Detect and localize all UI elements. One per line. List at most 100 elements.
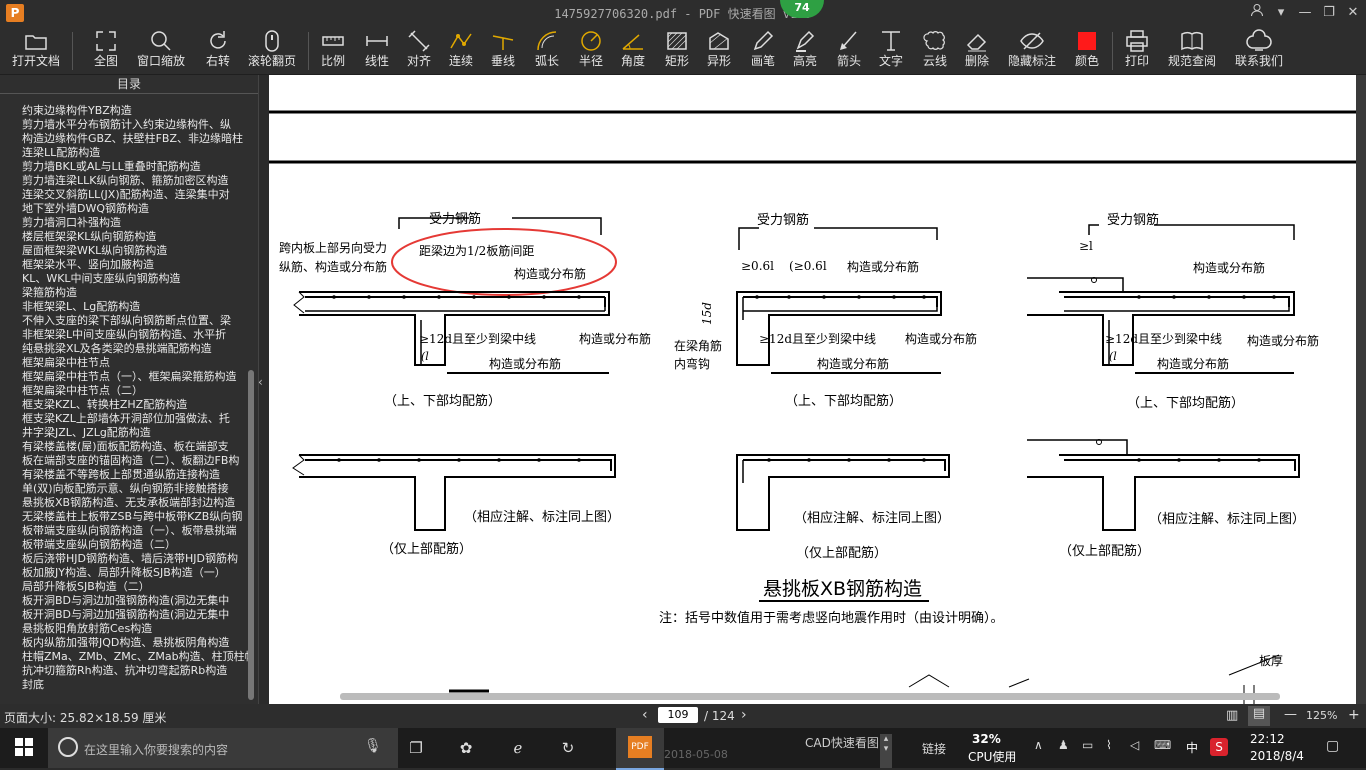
pinwheel-app-icon[interactable]: ✿ bbox=[456, 738, 476, 758]
toc-item[interactable]: 构造边缘构件GBZ、扶壁柱FBZ、非边缘暗柱 bbox=[22, 130, 250, 144]
delete-button[interactable]: 删除 bbox=[960, 28, 994, 72]
linear-button[interactable]: 线性 bbox=[360, 28, 394, 72]
polygon-button[interactable]: 异形 bbox=[702, 28, 736, 72]
perpendicular-button[interactable]: 垂线 bbox=[486, 28, 520, 72]
toc-item[interactable]: 板带端支座纵向钢筋构造（一）、板带悬挑端 bbox=[22, 522, 250, 536]
task-view-icon[interactable]: ❐ bbox=[406, 738, 426, 758]
spec-lookup-button[interactable]: 规范查阅 bbox=[1166, 28, 1218, 72]
dropdown-icon[interactable]: ▾ bbox=[1270, 3, 1292, 23]
zoom-in-button[interactable]: + bbox=[1348, 707, 1360, 723]
volume-icon[interactable]: ◁ bbox=[1130, 738, 1139, 752]
color-button[interactable]: 颜色 bbox=[1070, 28, 1104, 72]
rectangle-button[interactable]: 矩形 bbox=[660, 28, 694, 72]
contact-us-button[interactable]: 联系我们 bbox=[1232, 28, 1286, 72]
toc-item[interactable]: 无梁楼盖柱上板带ZSB与跨中板带KZB纵向钢 bbox=[22, 508, 250, 522]
toc-item[interactable]: 局部升降板SJB构造（二） bbox=[22, 578, 250, 592]
toc-item[interactable]: 框架扁梁中柱节点（二） bbox=[22, 382, 250, 396]
toc-item[interactable]: 封底 bbox=[22, 676, 250, 690]
text-button[interactable]: 文字 bbox=[874, 28, 908, 72]
windows-start-icon[interactable] bbox=[14, 738, 34, 758]
zoom-out-button[interactable]: — bbox=[1284, 707, 1297, 722]
toc-item[interactable]: 框支梁KZL、转换柱ZHZ配筋构造 bbox=[22, 396, 250, 410]
print-button[interactable]: 打印 bbox=[1120, 28, 1154, 72]
window-zoom-button[interactable]: 窗口缩放 bbox=[134, 28, 188, 72]
toc-item[interactable]: 约束边缘构件YBZ构造 bbox=[22, 102, 250, 116]
toc-item[interactable]: 悬挑板阳角放射筋Ces构造 bbox=[22, 620, 250, 634]
horizontal-scrollbar[interactable] bbox=[340, 693, 1280, 700]
rotate-right-button[interactable]: 右转 bbox=[198, 28, 238, 72]
cloud-button[interactable]: 云线 bbox=[918, 28, 952, 72]
toc-item[interactable]: 有梁楼盖楼(屋)面板配筋构造、板在端部支 bbox=[22, 438, 250, 452]
minimize-button[interactable]: — bbox=[1294, 3, 1316, 23]
arrow-button[interactable]: 箭头 bbox=[832, 28, 866, 72]
continuous-button[interactable]: 连续 bbox=[444, 28, 478, 72]
page-number-input[interactable]: 109 bbox=[658, 707, 698, 723]
toc-item[interactable]: 连梁LL配筋构造 bbox=[22, 144, 250, 158]
wheel-page-button[interactable]: 滚轮翻页 bbox=[244, 28, 300, 72]
next-page-button[interactable]: › bbox=[741, 707, 747, 723]
sogou-ime-icon[interactable]: S bbox=[1210, 738, 1228, 756]
toc-item[interactable]: 板加腋JY构造、局部升降板SJB构造（一） bbox=[22, 564, 250, 578]
battery-icon[interactable]: ▭ bbox=[1082, 738, 1093, 752]
radius-button[interactable]: 半径 bbox=[574, 28, 608, 72]
toc-item[interactable]: 非框架梁L、Lg配筋构造 bbox=[22, 298, 250, 312]
ime-indicator[interactable]: 中 bbox=[1186, 739, 1198, 756]
toc-item[interactable]: 剪力墙水平分布钢筋计入约束边缘构件、纵 bbox=[22, 116, 250, 130]
toc-item[interactable]: 板在端部支座的锚固构造（二）、板翻边FB构 bbox=[22, 452, 250, 466]
toc-item[interactable]: 板后浇带HJD钢筋构造、墙后浇带HJD钢筋构 bbox=[22, 550, 250, 564]
toc-item[interactable]: 框架扁梁中柱节点 bbox=[22, 354, 250, 368]
highlight-button[interactable]: 高亮 bbox=[788, 28, 822, 72]
bg-scroll-arrows[interactable]: ▴ ▾ bbox=[880, 734, 892, 768]
toc-item[interactable]: 板内纵筋加强带JQD构造、悬挑板阴角构造 bbox=[22, 634, 250, 648]
toc-item[interactable]: 抗冲切箍筋Rh构造、抗冲切弯起筋Rb构造 bbox=[22, 662, 250, 676]
toc-item[interactable]: 悬挑板XB钢筋构造、无支承板端部封边构造 bbox=[22, 494, 250, 508]
pdf-viewer-taskbar-button[interactable]: PDF bbox=[616, 728, 664, 770]
user-icon[interactable] bbox=[1246, 3, 1268, 23]
angle-button[interactable]: 角度 bbox=[616, 28, 650, 72]
toc-item[interactable]: 不伸入支座的梁下部纵向钢筋断点位置、梁 bbox=[22, 312, 250, 326]
toc-item[interactable]: 板开洞BD与洞边加强钢筋构造(洞边无集中 bbox=[22, 606, 250, 620]
taskbar-search-box[interactable]: 在这里输入你要搜索的内容 🎙 bbox=[48, 728, 398, 768]
scale-button[interactable]: 比例 bbox=[316, 28, 350, 72]
continuous-view-icon[interactable]: ▤ bbox=[1248, 706, 1270, 726]
prev-page-button[interactable]: ‹ bbox=[642, 707, 648, 723]
swirl-app-icon[interactable]: ↻ bbox=[558, 738, 578, 758]
toc-item[interactable]: 屋面框架梁WKL纵向钢筋构造 bbox=[22, 242, 250, 256]
collapse-sidebar-icon[interactable]: ‹ bbox=[258, 375, 268, 399]
toc-item[interactable]: 柱帽ZMa、ZMb、ZMc、ZMab构造、柱顶柱帽 bbox=[22, 648, 250, 662]
toc-item[interactable]: 板开洞BD与洞边加强钢筋构造(洞边无集中 bbox=[22, 592, 250, 606]
hide-annotations-button[interactable]: 隐藏标注 bbox=[1004, 28, 1060, 72]
maximize-button[interactable]: ❐ bbox=[1318, 3, 1340, 23]
toc-item[interactable]: 井字梁JZL、JZLg配筋构造 bbox=[22, 424, 250, 438]
document-viewer[interactable]: 受力钢筋 跨内板上部另向受力 纵筋、构造或分布筋 距梁边为1/2板筋间距 构造或… bbox=[269, 75, 1366, 704]
toc-item[interactable]: 框支梁KZL上部墙体开洞部位加强做法、托 bbox=[22, 410, 250, 424]
fit-all-button[interactable]: 全图 bbox=[86, 28, 126, 72]
toc-item[interactable]: 有梁楼盖不等跨板上部贯通纵筋连接构造 bbox=[22, 466, 250, 480]
pen-button[interactable]: 画笔 bbox=[746, 28, 780, 72]
sidebar-scrollbar[interactable] bbox=[248, 370, 254, 700]
toc-item[interactable]: 剪力墙BKL或AL与LL重叠时配筋构造 bbox=[22, 158, 250, 172]
toc-item[interactable]: 非框架梁L中间支座纵向钢筋构造、水平折 bbox=[22, 326, 250, 340]
microphone-icon[interactable]: 🎙 bbox=[364, 738, 382, 754]
network-icon[interactable]: ⌇ bbox=[1106, 738, 1112, 752]
show-hidden-icons[interactable]: ∧ bbox=[1034, 738, 1043, 752]
toc-item[interactable]: 地下室外墙DWQ钢筋构造 bbox=[22, 200, 250, 214]
toc-item[interactable]: 剪力墙洞口补强构造 bbox=[22, 214, 250, 228]
aligned-button[interactable]: 对齐 bbox=[402, 28, 436, 72]
toc-item[interactable]: 楼层框架梁KL纵向钢筋构造 bbox=[22, 228, 250, 242]
single-page-view-icon[interactable]: ▥ bbox=[1226, 708, 1238, 723]
toc-item[interactable]: 连梁交叉斜筋LL(JX)配筋构造、连梁集中对 bbox=[22, 186, 250, 200]
toc-item[interactable]: 纯悬挑梁XL及各类梁的悬挑端配筋构造 bbox=[22, 340, 250, 354]
open-document-button[interactable]: 打开文档 bbox=[6, 28, 66, 72]
toc-item[interactable]: 单(双)向板配筋示意、纵向钢筋非接触搭接 bbox=[22, 480, 250, 494]
keyboard-icon[interactable]: ⌨ bbox=[1154, 738, 1171, 752]
action-center-icon[interactable]: ▢ bbox=[1326, 738, 1339, 754]
toc-item[interactable]: KL、WKL中间支座纵向钢筋构造 bbox=[22, 270, 250, 284]
toc-item[interactable]: 梁箍筋构造 bbox=[22, 284, 250, 298]
toc-item[interactable]: 板带端支座纵向钢筋构造（二） bbox=[22, 536, 250, 550]
arc-length-button[interactable]: 弧长 bbox=[530, 28, 564, 72]
close-button[interactable]: ✕ bbox=[1342, 3, 1364, 23]
notification-bell-icon[interactable]: ♟ bbox=[1058, 738, 1069, 752]
edge-browser-icon[interactable]: ℯ bbox=[508, 738, 528, 758]
toc-item[interactable]: 框架梁水平、竖向加腋构造 bbox=[22, 256, 250, 270]
